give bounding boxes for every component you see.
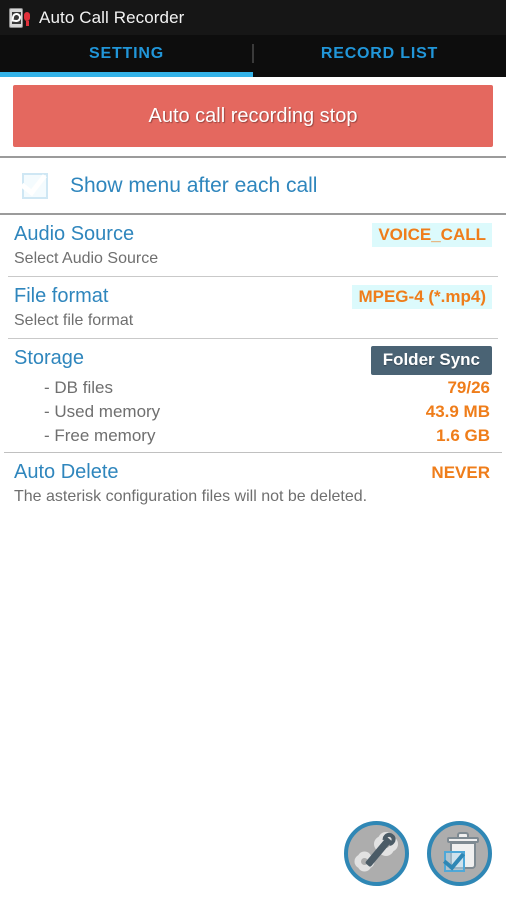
pref-audio-source-value[interactable]: VOICE_CALL xyxy=(372,223,492,247)
storage-title: Storage xyxy=(14,347,85,369)
pref-file-format-value[interactable]: MPEG-4 (*.mp4) xyxy=(352,285,492,309)
pref-file-format[interactable]: File format MPEG-4 (*.mp4) Select file f… xyxy=(0,277,506,338)
tab-record-list[interactable]: RECORD LIST xyxy=(253,35,506,72)
pref-audio-source-subtitle: Select Audio Source xyxy=(14,250,159,267)
pref-audio-source-title: Audio Source xyxy=(14,223,135,245)
pref-auto-delete-subtitle: The asterisk configuration files will no… xyxy=(14,488,368,505)
pref-auto-delete-value[interactable]: NEVER xyxy=(425,461,492,485)
trash-lid-icon xyxy=(447,837,479,843)
primary-action-container: Auto call recording stop xyxy=(0,77,506,156)
pref-audio-source[interactable]: Audio Source VOICE_CALL Select Audio Sou… xyxy=(0,215,506,276)
storage-section[interactable]: Storage Folder Sync - DB files 79/26 - U… xyxy=(0,339,506,452)
storage-row-used-memory-value: 43.9 MB xyxy=(425,402,490,421)
title-bar: Auto Call Recorder xyxy=(0,0,506,35)
tab-underline-record-list xyxy=(253,72,506,77)
tab-underline-setting xyxy=(0,72,253,77)
storage-row-db-files: - DB files 79/26 xyxy=(14,376,492,399)
auto-call-recording-stop-button[interactable]: Auto call recording stop xyxy=(13,85,493,147)
storage-row-free-memory-value: 1.6 GB xyxy=(436,426,490,445)
storage-row-free-memory-key: - Free memory xyxy=(44,426,156,445)
pref-auto-delete-title: Auto Delete xyxy=(14,461,119,483)
folder-sync-button[interactable]: Folder Sync xyxy=(370,346,492,375)
tab-bar: SETTING RECORD LIST xyxy=(0,35,506,72)
storage-row-free-memory: - Free memory 1.6 GB xyxy=(14,424,492,447)
tab-setting[interactable]: SETTING xyxy=(0,35,253,72)
pref-auto-delete[interactable]: Auto Delete NEVER The asterisk configura… xyxy=(0,453,506,514)
storage-row-used-memory: - Used memory 43.9 MB xyxy=(14,400,492,423)
storage-row-db-files-key: - DB files xyxy=(44,378,113,397)
checkbox-icon[interactable] xyxy=(20,167,50,200)
app-title: Auto Call Recorder xyxy=(39,7,185,27)
pref-file-format-subtitle: Select file format xyxy=(14,312,134,329)
floating-action-bar xyxy=(344,821,492,886)
tools-button[interactable] xyxy=(344,821,409,886)
storage-row-db-files-value: 79/26 xyxy=(447,378,490,397)
show-menu-after-each-call-label: Show menu after each call xyxy=(70,173,318,197)
pref-file-format-title: File format xyxy=(14,285,109,307)
phone-mic-icon xyxy=(8,7,30,29)
delete-button[interactable] xyxy=(427,821,492,886)
tab-underline-bar xyxy=(0,72,506,77)
storage-row-used-memory-key: - Used memory xyxy=(44,402,161,421)
show-menu-after-each-call-row[interactable]: Show menu after each call xyxy=(0,158,506,213)
